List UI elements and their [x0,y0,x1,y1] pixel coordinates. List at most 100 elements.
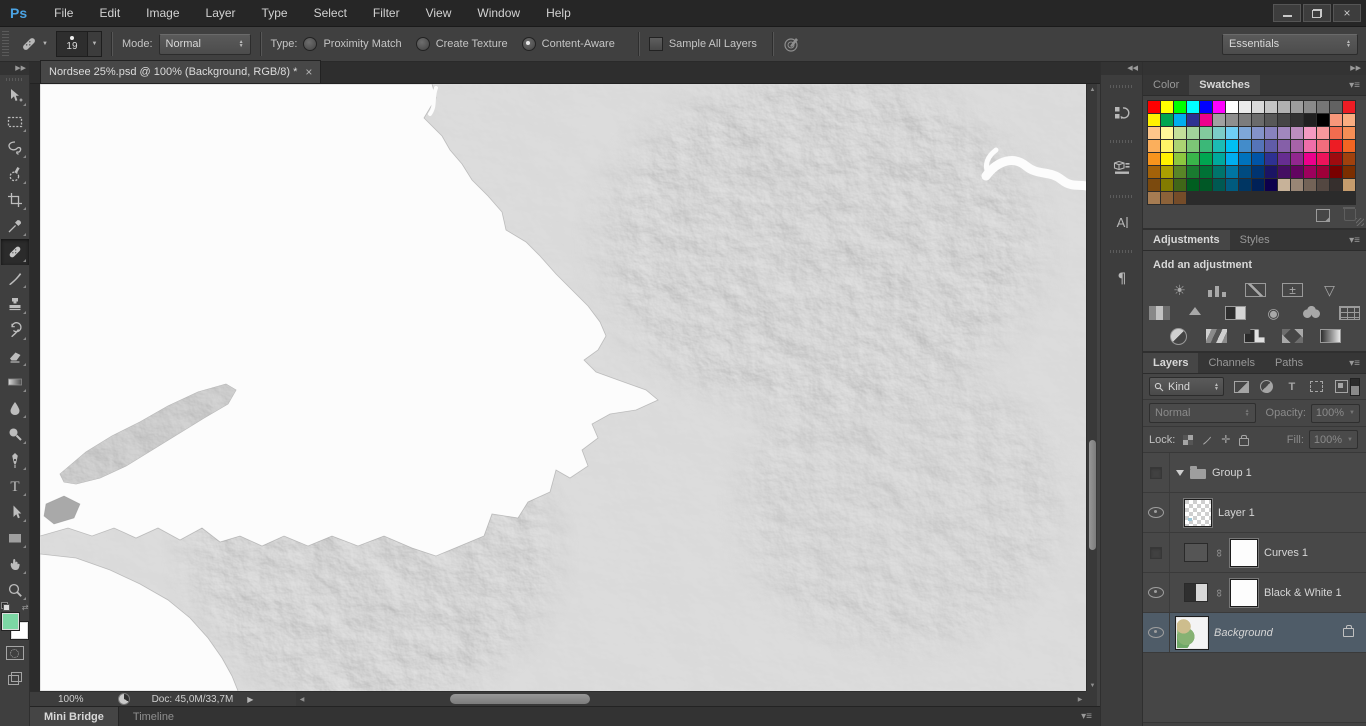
swap-colors-icon[interactable]: ⇄ [22,603,29,612]
filter-pixel-layers-icon[interactable] [1234,380,1250,394]
swatch-color[interactable] [1174,179,1186,191]
scroll-right-icon[interactable]: ▶ [1074,692,1086,707]
lock-pixels-icon[interactable] [1201,434,1213,446]
history-icon[interactable] [1106,96,1138,130]
filter-adjustment-layers-icon[interactable] [1259,380,1275,394]
posterize-icon[interactable] [1205,328,1228,344]
swatch-color[interactable] [1148,179,1160,191]
panel-menu-icon[interactable]: ▾≡ [1349,235,1360,246]
swatch-color[interactable] [1330,179,1342,191]
swatch-color[interactable] [1148,140,1160,152]
move-tool[interactable] [1,83,29,109]
lock-position-icon[interactable]: ✛ [1221,434,1230,445]
layer-row-curves-1[interactable]: ∞ Curves 1 [1143,533,1366,573]
visibility-toggle[interactable] [1143,453,1170,492]
swatch-color[interactable] [1161,127,1173,139]
paragraph-icon[interactable]: ¶ [1106,261,1138,295]
swatch-color[interactable] [1278,166,1290,178]
swatch-color[interactable] [1148,127,1160,139]
tab-swatches[interactable]: Swatches [1189,75,1261,95]
zoom-tool[interactable] [1,577,29,603]
swatch-color[interactable] [1317,127,1329,139]
quick-selection-tool[interactable] [1,161,29,187]
tab-close-icon[interactable]: × [305,65,312,79]
layer-filter-kind-select[interactable]: Kind ▲ ▼ [1149,377,1224,396]
swatch-color[interactable] [1239,179,1251,191]
lasso-tool[interactable] [1,135,29,161]
layer-row-black-white-1[interactable]: ∞ Black & White 1 [1143,573,1366,613]
swatch-color[interactable] [1291,179,1303,191]
color-lookup-icon[interactable] [1338,305,1361,321]
swatch-color[interactable] [1343,127,1355,139]
menu-item-window[interactable]: Window [464,0,533,26]
dodge-tool[interactable] [1,421,29,447]
scroll-left-icon[interactable]: ◀ [296,692,308,707]
swatch-color[interactable] [1239,153,1251,165]
swatch-color[interactable] [1187,179,1199,191]
scroll-up-icon[interactable]: ▲ [1087,84,1098,95]
document-size-readout[interactable]: Doc: 45,0M/33,7M [152,694,234,705]
delete-swatch-button[interactable] [1343,207,1356,221]
swatch-color[interactable] [1330,114,1342,126]
swatch-color[interactable] [1226,179,1238,191]
brush-size-dropdown[interactable]: ▼ [87,31,102,57]
hue-saturation-icon[interactable] [1148,305,1171,321]
properties-icon[interactable] [1106,151,1138,185]
swatch-color[interactable] [1161,179,1173,191]
swatch-color[interactable] [1213,114,1225,126]
radio-content-aware[interactable] [521,37,536,51]
swatch-color[interactable] [1330,101,1342,113]
visibility-toggle[interactable] [1143,613,1170,652]
swatch-color[interactable] [1200,179,1212,191]
swatch-color[interactable] [1304,140,1316,152]
swatch-color[interactable] [1239,114,1251,126]
status-menu-arrow-icon[interactable]: ▶ [247,695,253,704]
menu-item-select[interactable]: Select [301,0,360,26]
swatch-color[interactable] [1317,166,1329,178]
swatch-color[interactable] [1239,166,1251,178]
foreground-color-swatch[interactable] [0,612,20,631]
swatch-color[interactable] [1200,114,1212,126]
panel-menu-icon[interactable]: ▾≡ [1349,358,1360,369]
filter-type-layers-icon[interactable]: T [1284,380,1300,394]
swatch-color[interactable] [1278,101,1290,113]
tab-adjustments[interactable]: Adjustments [1143,230,1230,250]
swatch-color[interactable] [1304,166,1316,178]
swatch-color[interactable] [1278,179,1290,191]
swatch-color[interactable] [1317,179,1329,191]
tab-timeline[interactable]: Timeline [119,707,188,726]
swatch-color[interactable] [1265,166,1277,178]
swatch-color[interactable] [1252,153,1264,165]
swatch-color[interactable] [1200,127,1212,139]
swatch-color[interactable] [1252,140,1264,152]
swatch-color[interactable] [1213,179,1225,191]
horizontal-scroll-thumb[interactable] [450,694,590,704]
swatch-color[interactable] [1187,101,1199,113]
tab-channels[interactable]: Channels [1198,353,1264,373]
visibility-toggle[interactable] [1143,493,1170,532]
swatch-color[interactable] [1343,179,1355,191]
swatch-color[interactable] [1174,153,1186,165]
filter-shape-layers-icon[interactable] [1309,380,1325,394]
lock-all-icon[interactable] [1238,434,1249,446]
gradient-tool[interactable] [1,369,29,395]
expand-triangle-icon[interactable] [1176,469,1184,476]
swatch-color[interactable] [1213,101,1225,113]
pen-tool[interactable] [1,447,29,473]
swatch-color[interactable] [1330,166,1342,178]
mode-select[interactable]: Normal ▲ ▼ [158,33,251,55]
rectangle-tool[interactable] [1,525,29,551]
swatch-color[interactable] [1161,166,1173,178]
swatch-color[interactable] [1174,192,1186,204]
swatch-color[interactable] [1174,127,1186,139]
swatch-color[interactable] [1148,166,1160,178]
swatch-color[interactable] [1161,114,1173,126]
tools-collapse-button[interactable]: ▶▶ [0,62,29,75]
vibrance-icon[interactable]: ▽ [1318,282,1341,298]
menu-item-layer[interactable]: Layer [193,0,249,26]
layer-row-group-1[interactable]: Group 1 [1143,453,1366,493]
photo-filter-icon[interactable]: ◉ [1262,305,1285,321]
swatch-color[interactable] [1213,127,1225,139]
swatch-color[interactable] [1200,140,1212,152]
invert-icon[interactable] [1167,327,1190,345]
